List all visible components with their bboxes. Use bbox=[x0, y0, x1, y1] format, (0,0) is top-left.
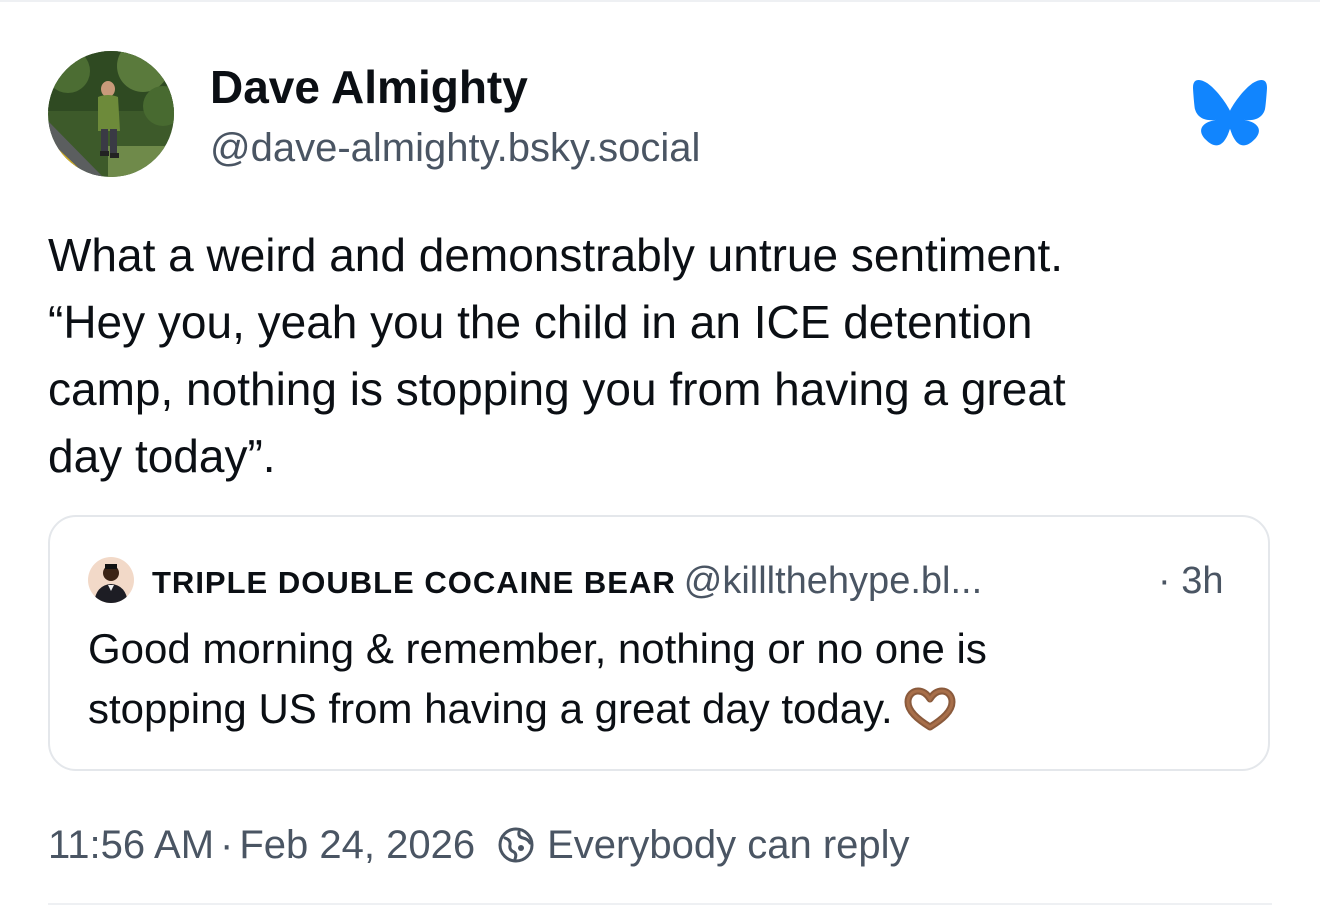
author-avatar[interactable] bbox=[48, 51, 174, 177]
post-line: “Hey you, yeah you the child in an ICE d… bbox=[48, 296, 1033, 348]
quoted-timestamp: · 3h bbox=[1158, 560, 1224, 602]
quoted-line-with-emoji: stopping US from having a great day toda… bbox=[88, 679, 1238, 747]
reply-setting[interactable]: Everybody can reply bbox=[547, 823, 909, 867]
post-line: day today”. bbox=[48, 430, 276, 482]
bluesky-butterfly-icon bbox=[1193, 80, 1267, 146]
post-body: What a weird and demonstrably untrue sen… bbox=[48, 222, 1288, 490]
post-meta: 11:56 AM · Feb 24, 2026 Everybody can repl… bbox=[48, 820, 910, 870]
post-line: What a weird and demonstrably untrue sen… bbox=[48, 229, 1064, 281]
post-date[interactable]: Feb 24, 2026 bbox=[239, 823, 475, 867]
quoted-body: Good morning & remember, nothing or no o… bbox=[88, 619, 1238, 747]
quoted-header: TRIPLE DOUBLE COCAINE BEAR @killlthehype.… bbox=[152, 559, 982, 605]
quoted-display-name[interactable]: TRIPLE DOUBLE COCAINE BEAR bbox=[152, 565, 676, 600]
quoted-handle[interactable]: @killlthehype.bl... bbox=[684, 560, 982, 602]
quoted-line: Good morning & remember, nothing or no o… bbox=[88, 625, 987, 672]
author-display-name[interactable]: Dave Almighty bbox=[210, 60, 528, 114]
globe-icon bbox=[497, 826, 535, 876]
heart-hands-icon bbox=[903, 687, 957, 747]
post-card: Dave Almighty @dave-almighty.bsky.social… bbox=[0, 0, 1320, 915]
quoted-post[interactable]: TRIPLE DOUBLE COCAINE BEAR @killlthehype.… bbox=[48, 515, 1270, 771]
post-time[interactable]: 11:56 AM bbox=[48, 823, 214, 867]
meta-separator: · bbox=[220, 823, 234, 867]
quoted-line-text: stopping US from having a great day toda… bbox=[88, 685, 893, 732]
quoted-author-avatar[interactable] bbox=[88, 557, 134, 603]
post-line: camp, nothing is stopping you from havin… bbox=[48, 363, 1066, 415]
author-handle[interactable]: @dave-almighty.bsky.social bbox=[210, 126, 700, 171]
bottom-divider bbox=[48, 903, 1272, 905]
